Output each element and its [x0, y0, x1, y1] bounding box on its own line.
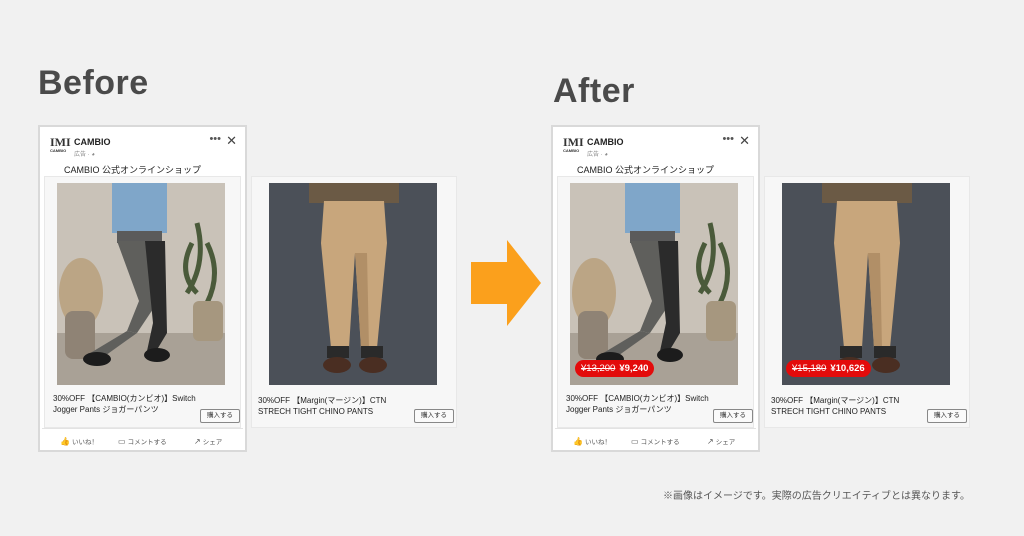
before-heading: Before	[38, 64, 149, 102]
comment-icon: ▭	[118, 437, 126, 446]
disclaimer-note: ※画像はイメージです。実際の広告クリエイティブとは異なります。	[663, 491, 970, 502]
thumbs-up-icon: 👍	[60, 437, 70, 446]
product-image-jogger[interactable]	[57, 183, 225, 385]
globe-icon: ◕	[604, 152, 608, 158]
after-heading: After	[553, 72, 635, 110]
product-image-chino[interactable]	[269, 183, 437, 385]
close-icon[interactable]: ✕	[739, 133, 750, 149]
carousel-item[interactable]: ¥13,200 ¥9,240 30%OFF 【CAMBIO(カンビオ)】Switc…	[558, 177, 753, 427]
thumbs-up-icon: 👍	[573, 437, 583, 446]
buy-button[interactable]: 購入する	[713, 409, 753, 423]
comment-icon: ▭	[631, 437, 639, 446]
carousel-item[interactable]: 30%OFF 【Margin(マージン)】CTN STRECH TIGHT CH…	[252, 177, 456, 427]
share-icon: ↗	[707, 437, 714, 446]
brand-name[interactable]: CAMBIO	[74, 137, 111, 147]
product-image-chino[interactable]	[782, 183, 950, 385]
brand-logo: IMI CAMBIO	[563, 135, 584, 153]
brand-logo: IMI CAMBIO	[50, 135, 71, 153]
arrow-right-icon	[471, 240, 541, 326]
ad-title[interactable]: 30%OFF 【CAMBIO(カンビオ)】Switch Jogger Pants…	[53, 393, 196, 415]
like-button[interactable]: 👍 いいね！	[60, 436, 98, 446]
ad-title[interactable]: 30%OFF 【Margin(マージン)】CTN STRECH TIGHT CH…	[771, 395, 899, 417]
ad-header: IMI CAMBIO CAMBIO 広告 · ◕ ••• ✕ CAMBIO 公式オ…	[40, 127, 245, 179]
brand-name[interactable]: CAMBIO	[587, 137, 624, 147]
original-price: ¥13,200	[581, 363, 616, 374]
store-name: CAMBIO 公式オンラインショップ	[64, 165, 202, 175]
more-horizontal-icon[interactable]: •••	[722, 133, 734, 145]
ad-header: IMI CAMBIO CAMBIO 広告 · ◕ ••• ✕ CAMBIO 公式オ…	[553, 127, 758, 179]
price-badge: ¥15,180 ¥10,626	[786, 360, 871, 377]
more-horizontal-icon[interactable]: •••	[209, 133, 221, 145]
ad-title[interactable]: 30%OFF 【Margin(マージン)】CTN STRECH TIGHT CH…	[258, 395, 386, 417]
sale-price: ¥9,240	[619, 363, 649, 374]
share-icon: ↗	[194, 437, 201, 446]
globe-icon: ◕	[91, 152, 95, 158]
sponsored-label: 広告 · ◕	[587, 152, 608, 158]
buy-button[interactable]: 購入する	[200, 409, 240, 423]
share-button[interactable]: ↗ シェア	[194, 436, 222, 446]
buy-button[interactable]: 購入する	[414, 409, 454, 423]
close-icon[interactable]: ✕	[226, 133, 237, 149]
like-button[interactable]: 👍 いいね！	[573, 436, 611, 446]
comment-button[interactable]: ▭ コメントする	[118, 436, 167, 446]
comment-button[interactable]: ▭ コメントする	[631, 436, 680, 446]
buy-button[interactable]: 購入する	[927, 409, 967, 423]
share-button[interactable]: ↗ シェア	[707, 436, 735, 446]
sale-price: ¥10,626	[830, 363, 865, 374]
price-badge: ¥13,200 ¥9,240	[575, 360, 655, 377]
carousel-item[interactable]: ¥15,180 ¥10,626 30%OFF 【Margin(マージン)】CTN …	[765, 177, 969, 427]
reaction-bar: 👍 いいね！ ▭ コメントする ↗ シェア	[42, 428, 243, 453]
carousel-item[interactable]: 30%OFF 【CAMBIO(カンビオ)】Switch Jogger Pants…	[45, 177, 240, 427]
store-name: CAMBIO 公式オンラインショップ	[577, 165, 715, 175]
reaction-bar: 👍 いいね！ ▭ コメントする ↗ シェア	[555, 428, 756, 453]
product-image-jogger[interactable]	[570, 183, 738, 385]
sponsored-label: 広告 · ◕	[74, 152, 95, 158]
ad-title[interactable]: 30%OFF 【CAMBIO(カンビオ)】Switch Jogger Pants…	[566, 393, 709, 415]
original-price: ¥15,180	[792, 363, 827, 374]
